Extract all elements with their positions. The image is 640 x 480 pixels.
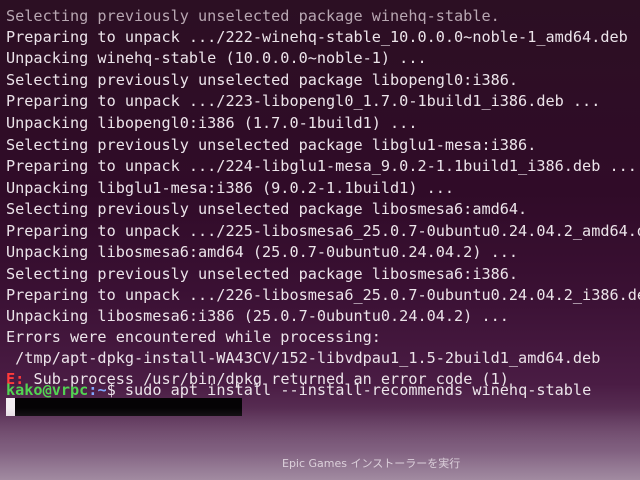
prompt-user-host: kako@vrpc xyxy=(6,381,89,399)
desktop-screen: Selecting previously unselected package … xyxy=(0,0,640,480)
terminal-window[interactable]: Selecting previously unselected package … xyxy=(0,0,640,420)
terminal-line: Errors were encountered while processing… xyxy=(6,328,381,346)
terminal-line: Selecting previously unselected package … xyxy=(6,71,519,89)
terminal-line: Unpacking libopengl0:i386 (1.7.0-1build1… xyxy=(6,114,418,132)
terminal-line: Preparing to unpack .../225-libosmesa6_2… xyxy=(6,222,640,240)
terminal-line: Preparing to unpack .../223-libopengl0_1… xyxy=(6,92,601,110)
prompt-line[interactable]: kako@vrpc:~$ sudo apt install --install-… xyxy=(6,380,591,400)
terminal-line: Selecting previously unselected package … xyxy=(6,136,537,154)
terminal-line: Preparing to unpack .../226-libosmesa6_2… xyxy=(6,286,640,304)
prompt-command: sudo apt install --install-recommends wi… xyxy=(124,381,592,399)
prompt-symbol: $ xyxy=(106,381,125,399)
terminal-line: Unpacking libosmesa6:i386 (25.0.7-0ubunt… xyxy=(6,307,509,325)
terminal-line: Selecting previously unselected package … xyxy=(6,200,528,218)
terminal-line: Preparing to unpack .../222-winehq-stabl… xyxy=(6,28,628,46)
terminal-line: Unpacking libglu1-mesa:i386 (9.0.2-1.1bu… xyxy=(6,179,455,197)
terminal-line: Preparing to unpack .../224-libglu1-mesa… xyxy=(6,157,637,175)
terminal-line: /tmp/apt-dpkg-install-WA43CV/152-libvdpa… xyxy=(6,349,601,367)
terminal-line: Unpacking winehq-stable (10.0.0.0~noble-… xyxy=(6,49,427,67)
prompt-path: :~ xyxy=(88,381,107,399)
terminal-line: Selecting previously unselected package … xyxy=(6,265,519,283)
terminal-line: Unpacking libosmesa6:amd64 (25.0.7-0ubun… xyxy=(6,243,519,261)
terminal-line: Selecting previously unselected package … xyxy=(6,7,500,25)
taskbar-item-label[interactable]: Epic Games インストーラーを実行 xyxy=(282,455,460,471)
